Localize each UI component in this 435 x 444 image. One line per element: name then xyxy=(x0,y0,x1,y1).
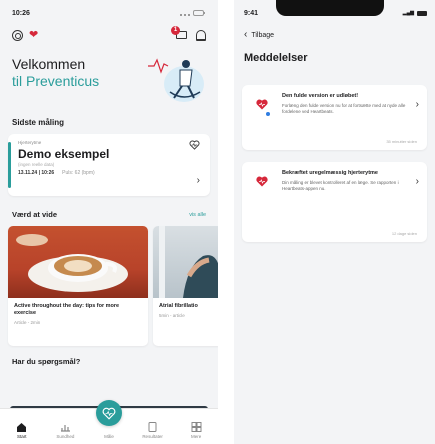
tab-start[interactable]: Start xyxy=(7,422,37,439)
home-screen: 10:26 ❤ 1 Velkommen til Preventicus Sids… xyxy=(0,0,218,444)
welcome-illustration xyxy=(148,58,204,102)
message-body: Din måling er blevet kontrolleret af en … xyxy=(282,180,399,191)
article-title: Atrial fibrillatio xyxy=(159,303,198,309)
see-all-link[interactable]: vis alle xyxy=(189,212,206,218)
tab-label: Mere xyxy=(191,434,202,439)
status-bar: 9:41 ▂▄▆ xyxy=(234,0,435,26)
messages-button[interactable]: 1 xyxy=(171,26,188,41)
status-time: 10:26 xyxy=(12,9,30,17)
grid-icon xyxy=(191,422,202,432)
tab-label: Start xyxy=(17,434,27,439)
worth-knowing-title: Værd at vide xyxy=(12,210,58,219)
status-bar: 10:26 xyxy=(0,0,218,26)
tab-label: Resultater xyxy=(142,434,163,439)
measurement-pulse: Puls: 62 (bpm) xyxy=(62,170,95,176)
heart-icon xyxy=(256,99,268,110)
message-time: 35 minutter siden xyxy=(386,139,417,144)
device-notch xyxy=(276,0,384,16)
back-button[interactable]: ‹ Tilbage xyxy=(234,30,435,40)
chevron-right-icon: › xyxy=(196,175,200,186)
article-card[interactable]: Active throughout the day: tips for more… xyxy=(8,226,148,346)
measurement-subtitle: (ingen reelle data) xyxy=(18,162,55,167)
measurement-type: Hjerterytme xyxy=(18,140,42,145)
tab-label: Måle xyxy=(104,434,114,439)
messages-screen: 9:41 ▂▄▆ ‹ Tilbage Meddelelser Den fulde… xyxy=(234,0,435,444)
notification-badge: 1 xyxy=(171,26,180,35)
back-label: Tilbage xyxy=(251,31,275,39)
home-icon xyxy=(17,423,27,432)
message-body: Forlæng den fulde version nu for at fort… xyxy=(282,103,406,114)
battery-icon xyxy=(417,10,427,16)
heart-measure-icon xyxy=(102,407,116,420)
bell-icon[interactable] xyxy=(196,29,206,41)
chevron-right-icon: › xyxy=(415,99,419,110)
questions-label: Har du spørgsmål? xyxy=(12,357,81,366)
message-time: 12 dage siden xyxy=(391,231,417,236)
message-item[interactable]: Bekræftet uregelmæssig hjerterytme Din m… xyxy=(242,162,427,242)
tab-results[interactable]: Resultater xyxy=(138,422,168,439)
status-icons: ▂▄▆ xyxy=(403,10,427,16)
article-meta: Article - 2min xyxy=(14,320,41,325)
top-bar: ❤ 1 xyxy=(0,26,218,44)
profile-icon[interactable] xyxy=(12,29,23,41)
heartbeats-logo-icon: ❤ xyxy=(29,28,39,41)
chart-icon xyxy=(60,425,70,432)
hand-image xyxy=(153,226,218,298)
unread-indicator xyxy=(266,112,270,116)
article-card[interactable]: Atrial fibrillatio 5min - article xyxy=(153,226,218,346)
message-title: Bekræftet uregelmæssig hjerterytme xyxy=(282,170,378,176)
tab-more[interactable]: Mere xyxy=(181,422,211,439)
coffee-image xyxy=(8,226,148,298)
status-icons xyxy=(180,10,205,16)
signal-icon xyxy=(180,11,190,16)
message-title: Den fulde version er udløbet! xyxy=(282,93,359,99)
last-measurement-card[interactable]: Hjerterytme Demo eksempel (ingen reelle … xyxy=(8,134,210,196)
chevron-right-icon: › xyxy=(415,176,419,187)
coffee-cup-illustration xyxy=(16,234,128,292)
battery-icon xyxy=(193,10,205,16)
chevron-left-icon: ‹ xyxy=(244,29,248,40)
heart-outline-icon xyxy=(189,140,200,150)
last-measurement-label: Sidste måling xyxy=(12,118,65,127)
status-time: 9:41 xyxy=(244,9,259,17)
message-item[interactable]: Den fulde version er udløbet! Forlæng de… xyxy=(242,85,427,150)
article-title: Active throughout the day: tips for more… xyxy=(14,303,120,316)
measurement-title: Demo eksempel xyxy=(18,147,110,161)
article-carousel[interactable]: Active throughout the day: tips for more… xyxy=(0,226,218,346)
welcome-section: Velkommen til Preventicus xyxy=(0,44,218,112)
tab-bar: Start Sundhed Måle Resultater Mere xyxy=(0,400,218,444)
signal-icon: ▂▄▆ xyxy=(402,10,414,16)
measurement-date: 13.11.24 | 10:26 xyxy=(18,170,55,176)
measure-button[interactable] xyxy=(96,400,122,426)
article-meta: 5min - article xyxy=(159,313,185,318)
hand-illustration xyxy=(159,226,218,298)
heart-icon xyxy=(256,176,268,187)
document-icon xyxy=(148,422,157,432)
tab-health[interactable]: Sundhed xyxy=(50,422,80,439)
tab-label: Sundhed xyxy=(56,434,75,439)
page-title: Meddelelser xyxy=(244,52,308,64)
